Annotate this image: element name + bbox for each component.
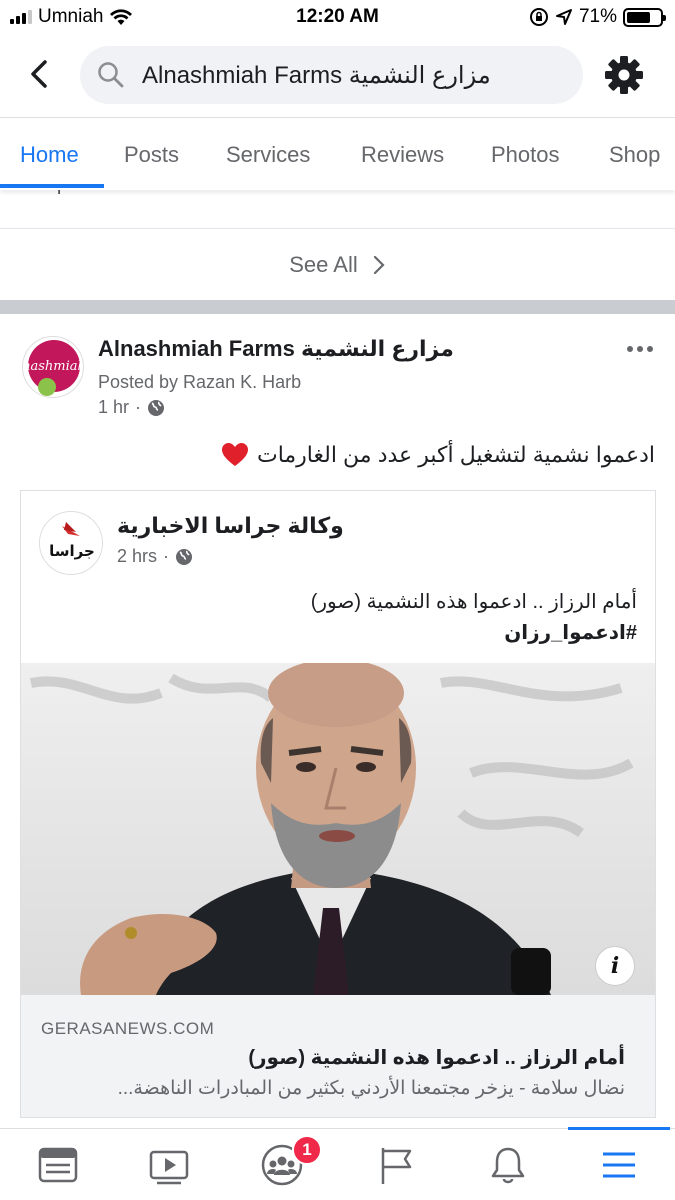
svg-text:جراسا: جراسا (49, 542, 95, 560)
more-options-icon[interactable] (627, 346, 653, 352)
pages-flag-icon[interactable] (374, 1143, 418, 1187)
battery-percent: 71% (578, 6, 617, 27)
shared-time-text: 2 hrs (117, 546, 158, 566)
red-heart-icon (221, 443, 248, 466)
back-arrow-icon[interactable] (22, 56, 58, 92)
tab-posts[interactable]: Posts (124, 142, 179, 168)
see-all-label: See All (289, 252, 358, 277)
link-domain: GERASANEWS.COM (41, 1019, 215, 1038)
link-preview[interactable]: GERASANEWS.COM أمام الرزاز .. ادعموا هذه… (21, 995, 655, 1117)
search-bar[interactable] (80, 46, 583, 104)
shared-post[interactable]: جراسا وكالة جراسا الاخبارية 2 hrs · أمام… (20, 490, 656, 1118)
status-right: 71% (529, 6, 666, 28)
hashtag-link[interactable]: #ادعموا_رزان (504, 620, 637, 645)
gerasa-logo: جراسا (40, 512, 102, 574)
see-all-link[interactable]: See All (0, 252, 675, 278)
section-separator (0, 300, 675, 314)
notification-badge: 1 (292, 1135, 322, 1165)
nashmiah-logo: nashmiah (23, 340, 84, 396)
man-portrait-image (30, 663, 634, 995)
post-page-name[interactable]: Alnashmiah Farms مزارع النشمية (98, 336, 454, 362)
globe-icon (148, 399, 165, 416)
page-avatar[interactable]: nashmiah (22, 336, 84, 398)
shared-timestamp: 2 hrs · (117, 546, 193, 567)
divider (0, 228, 675, 229)
post-time-text: 1 hr (98, 397, 130, 417)
battery-icon (623, 7, 666, 27)
link-description: نضال سلامة - يزخر مجتمعنا الأردني بكثير … (117, 1078, 625, 1099)
link-title[interactable]: أمام الرزاز .. ادعموا هذه النشمية (صور) (248, 1045, 625, 1070)
shared-page-avatar[interactable]: جراسا (39, 511, 103, 575)
news-feed-icon[interactable] (36, 1143, 80, 1187)
notifications-bell-icon[interactable] (486, 1143, 530, 1187)
tab-photos[interactable]: Photos (491, 142, 560, 168)
search-input[interactable] (142, 61, 562, 89)
tab-reviews[interactable]: Reviews (361, 142, 444, 168)
active-nav-indicator (568, 1127, 670, 1130)
search-icon (98, 62, 124, 88)
tab-shop[interactable]: Shop (609, 142, 660, 168)
chevron-right-icon (373, 255, 385, 275)
search-header (0, 34, 675, 118)
shared-post-text: أمام الرزاز .. ادعموا هذه النشمية (صور) (310, 591, 637, 613)
status-bar: Umniah 12:20 AM 71% (0, 0, 675, 34)
svg-text:nashmiah: nashmiah (23, 359, 84, 374)
shared-page-name[interactable]: وكالة جراسا الاخبارية (117, 513, 344, 539)
globe-icon (176, 548, 193, 565)
article-photo[interactable]: i (21, 663, 655, 995)
tab-services[interactable]: Services (226, 142, 310, 168)
info-icon[interactable]: i (595, 946, 635, 986)
post-timestamp: 1 hr · (98, 397, 165, 418)
page-tabs: Home Posts Services Reviews Photos Shop (0, 118, 675, 190)
orientation-lock-icon (529, 8, 548, 26)
post-body: ادعموا نشمية لتشغيل أكبر عدد من الغارمات (256, 442, 655, 467)
watch-video-icon[interactable] (147, 1143, 191, 1187)
active-tab-indicator (0, 184, 104, 188)
location-icon (555, 9, 572, 25)
posted-by: Posted by Razan K. Harb (98, 372, 302, 392)
post-text: ادعموا نشمية لتشغيل أكبر عدد من الغارمات (221, 442, 655, 468)
gear-icon[interactable] (603, 54, 645, 96)
bottom-navigation: 1 (0, 1127, 675, 1200)
tab-home[interactable]: Home (20, 142, 79, 168)
menu-hamburger-icon[interactable] (597, 1143, 641, 1187)
